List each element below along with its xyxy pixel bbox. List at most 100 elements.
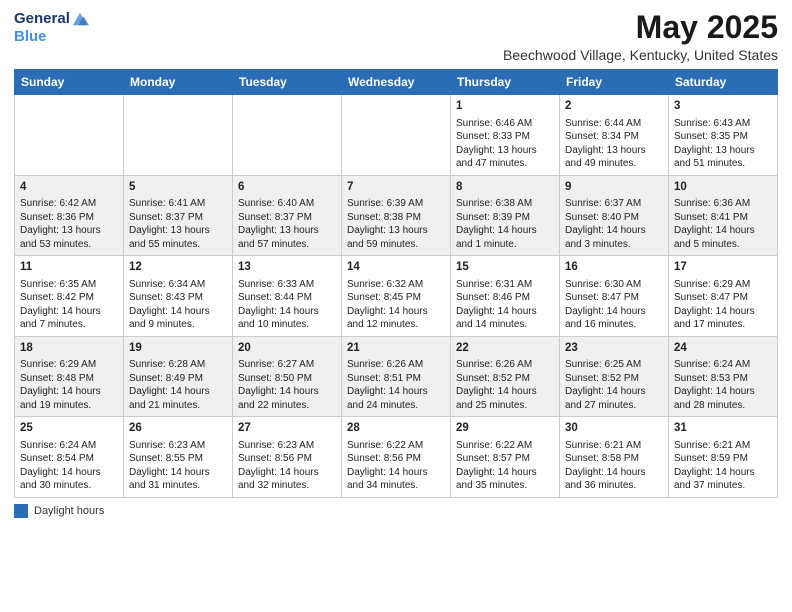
calendar-cell: 14 Sunrise: 6:32 AMSunset: 8:45 PMDayligh… <box>342 256 451 337</box>
col-sunday: Sunday <box>15 70 124 95</box>
calendar-cell: 20Sunrise: 6:27 AMSunset: 8:50 PMDayligh… <box>233 336 342 417</box>
day-info: Daylight: 14 hours and 35 minutes. <box>456 466 554 493</box>
day-info: Sunset: 8:59 PM <box>674 452 772 466</box>
day-info: Daylight: 14 hours and 1 minute. <box>456 224 554 251</box>
day-info: Sunset: 8:47 PM <box>674 291 772 305</box>
day-info: Daylight: 14 hours and 27 minutes. <box>565 385 663 412</box>
day-info: Sunset: 8:41 PM <box>674 211 772 225</box>
day-number: 13 <box>238 260 336 276</box>
col-monday: Monday <box>124 70 233 95</box>
day-info: Sunset: 8:42 PM <box>20 291 118 305</box>
day-info: Sunrise: 6:23 AM <box>129 439 227 453</box>
calendar-cell: 30Sunrise: 6:21 AMSunset: 8:58 PMDayligh… <box>560 417 669 498</box>
day-info: Sunset: 8:39 PM <box>456 211 554 225</box>
day-info: Sunrise: 6:32 AM <box>347 278 445 292</box>
day-number: 30 <box>565 421 663 437</box>
day-number: 12 <box>129 260 227 276</box>
day-number: 20 <box>238 341 336 357</box>
calendar-cell: 22Sunrise: 6:26 AMSunset: 8:52 PMDayligh… <box>451 336 560 417</box>
day-info: Sunrise: 6:24 AM <box>20 439 118 453</box>
logo-icon <box>71 10 89 28</box>
day-info: Sunset: 8:45 PM <box>347 291 445 305</box>
subtitle: Beechwood Village, Kentucky, United Stat… <box>503 47 778 63</box>
day-number: 23 <box>565 341 663 357</box>
day-number: 17 <box>674 260 772 276</box>
day-number: 14 <box>347 260 445 276</box>
day-info: Sunrise: 6:29 AM <box>674 278 772 292</box>
title-block: May 2025 Beechwood Village, Kentucky, Un… <box>503 10 778 63</box>
calendar-cell: 24Sunrise: 6:24 AMSunset: 8:53 PMDayligh… <box>669 336 778 417</box>
col-friday: Friday <box>560 70 669 95</box>
day-info: Sunrise: 6:26 AM <box>347 358 445 372</box>
calendar-cell: 23Sunrise: 6:25 AMSunset: 8:52 PMDayligh… <box>560 336 669 417</box>
calendar-cell: 19Sunrise: 6:28 AMSunset: 8:49 PMDayligh… <box>124 336 233 417</box>
day-number: 21 <box>347 341 445 357</box>
calendar-cell: 4Sunrise: 6:42 AMSunset: 8:36 PMDaylight… <box>15 175 124 256</box>
day-info: Daylight: 14 hours and 36 minutes. <box>565 466 663 493</box>
day-info: Sunset: 8:33 PM <box>456 130 554 144</box>
calendar-cell: 27 Sunrise: 6:23 AMSunset: 8:56 PMDayligh… <box>233 417 342 498</box>
day-info: Daylight: 13 hours and 53 minutes. <box>20 224 118 251</box>
day-info: Daylight: 13 hours and 47 minutes. <box>456 144 554 171</box>
day-info: Daylight: 14 hours and 30 minutes. <box>20 466 118 493</box>
calendar-cell: 7Sunrise: 6:39 AMSunset: 8:38 PMDaylight… <box>342 175 451 256</box>
day-info: Sunset: 8:50 PM <box>238 372 336 386</box>
day-info: Daylight: 13 hours and 55 minutes. <box>129 224 227 251</box>
day-info: Sunset: 8:48 PM <box>20 372 118 386</box>
main-container: General Blue May 2025 Beechwood Village,… <box>0 0 792 526</box>
day-info: Sunrise: 6:42 AM <box>20 197 118 211</box>
day-info: Daylight: 13 hours and 51 minutes. <box>674 144 772 171</box>
calendar-cell: 10Sunrise: 6:36 AMSunset: 8:41 PMDayligh… <box>669 175 778 256</box>
day-info: Sunset: 8:37 PM <box>238 211 336 225</box>
day-info: Sunrise: 6:36 AM <box>674 197 772 211</box>
day-number: 19 <box>129 341 227 357</box>
calendar-table: Sunday Monday Tuesday Wednesday Thursday… <box>14 69 778 498</box>
calendar-cell: 5Sunrise: 6:41 AMSunset: 8:37 PMDaylight… <box>124 175 233 256</box>
day-info: Sunset: 8:52 PM <box>565 372 663 386</box>
day-info: Sunrise: 6:24 AM <box>674 358 772 372</box>
day-info: Daylight: 14 hours and 14 minutes. <box>456 305 554 332</box>
day-info: Sunrise: 6:31 AM <box>456 278 554 292</box>
col-wednesday: Wednesday <box>342 70 451 95</box>
calendar-cell: 13Sunrise: 6:33 AMSunset: 8:44 PMDayligh… <box>233 256 342 337</box>
col-thursday: Thursday <box>451 70 560 95</box>
calendar-cell: 6Sunrise: 6:40 AMSunset: 8:37 PMDaylight… <box>233 175 342 256</box>
day-number: 31 <box>674 421 772 437</box>
day-info: Daylight: 14 hours and 25 minutes. <box>456 385 554 412</box>
day-info: Sunrise: 6:30 AM <box>565 278 663 292</box>
col-saturday: Saturday <box>669 70 778 95</box>
day-info: Sunset: 8:56 PM <box>347 452 445 466</box>
day-info: Sunrise: 6:25 AM <box>565 358 663 372</box>
day-info: Sunrise: 6:27 AM <box>238 358 336 372</box>
calendar-week-row: 1Sunrise: 6:46 AMSunset: 8:33 PMDaylight… <box>15 95 778 176</box>
calendar-header-row: Sunday Monday Tuesday Wednesday Thursday… <box>15 70 778 95</box>
day-info: Sunrise: 6:23 AM <box>238 439 336 453</box>
calendar-cell: 12Sunrise: 6:34 AMSunset: 8:43 PMDayligh… <box>124 256 233 337</box>
day-number: 9 <box>565 180 663 196</box>
day-info: Daylight: 14 hours and 19 minutes. <box>20 385 118 412</box>
day-number: 27 <box>238 421 336 437</box>
day-number: 15 <box>456 260 554 276</box>
calendar-cell: 11Sunrise: 6:35 AMSunset: 8:42 PMDayligh… <box>15 256 124 337</box>
day-info: Sunrise: 6:22 AM <box>456 439 554 453</box>
day-number: 25 <box>20 421 118 437</box>
day-info: Sunset: 8:52 PM <box>456 372 554 386</box>
day-info: Daylight: 14 hours and 10 minutes. <box>238 305 336 332</box>
day-info: Daylight: 14 hours and 12 minutes. <box>347 305 445 332</box>
calendar-cell: 8Sunrise: 6:38 AMSunset: 8:39 PMDaylight… <box>451 175 560 256</box>
calendar-cell: 29Sunrise: 6:22 AMSunset: 8:57 PMDayligh… <box>451 417 560 498</box>
calendar-week-row: 4Sunrise: 6:42 AMSunset: 8:36 PMDaylight… <box>15 175 778 256</box>
day-info: Sunset: 8:43 PM <box>129 291 227 305</box>
calendar-cell: 1Sunrise: 6:46 AMSunset: 8:33 PMDaylight… <box>451 95 560 176</box>
day-info: Sunset: 8:49 PM <box>129 372 227 386</box>
day-number: 28 <box>347 421 445 437</box>
day-number: 4 <box>20 180 118 196</box>
day-info: Daylight: 14 hours and 32 minutes. <box>238 466 336 493</box>
calendar-cell: 21Sunrise: 6:26 AMSunset: 8:51 PMDayligh… <box>342 336 451 417</box>
day-info: Sunset: 8:56 PM <box>238 452 336 466</box>
header: General Blue May 2025 Beechwood Village,… <box>14 10 778 63</box>
day-info: Sunset: 8:54 PM <box>20 452 118 466</box>
day-info: Sunrise: 6:35 AM <box>20 278 118 292</box>
day-number: 1 <box>456 99 554 115</box>
calendar-week-row: 25Sunrise: 6:24 AMSunset: 8:54 PMDayligh… <box>15 417 778 498</box>
